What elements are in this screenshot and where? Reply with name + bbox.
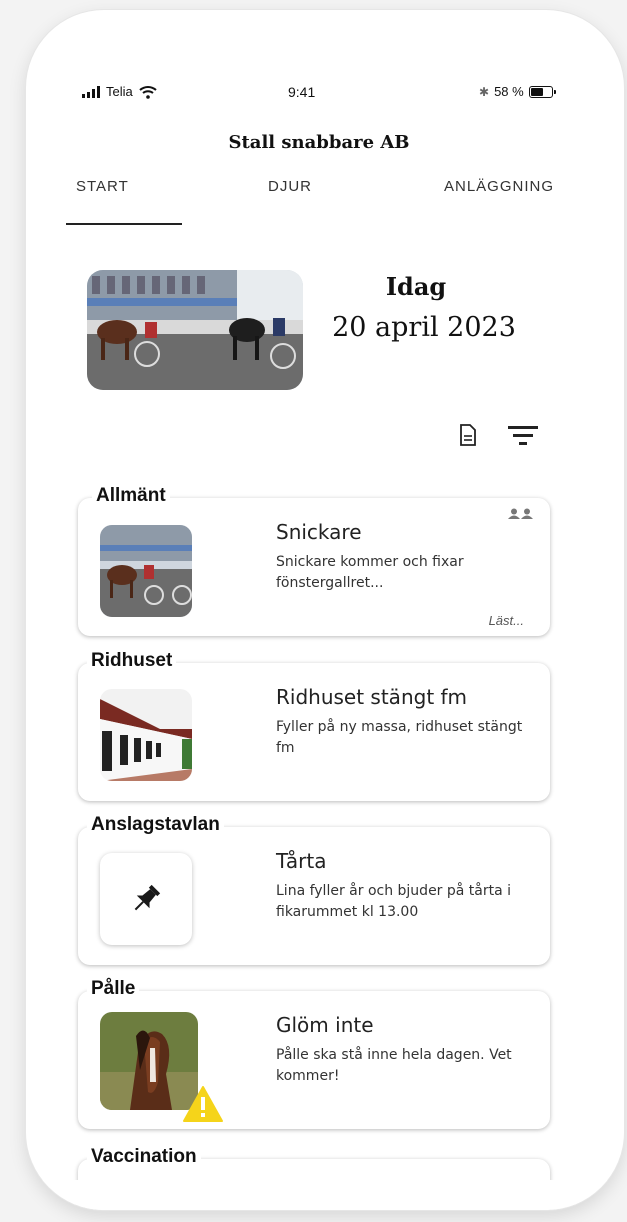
card-category: Pålle <box>87 978 140 1000</box>
card-category: Ridhuset <box>87 650 177 672</box>
card-title: Tårta <box>276 849 327 873</box>
scroll-mask <box>26 1180 624 1210</box>
card-body: Lina fyller år och bjuder på tårta i fik… <box>276 883 512 920</box>
app-title: Stall snabbare AB <box>228 132 410 153</box>
phone-frame: Telia 9:41 ✱ 58 % Stall snabbare AB STAR… <box>26 10 624 1210</box>
card-thumbnail <box>100 689 192 781</box>
today-label: Idag <box>385 272 447 301</box>
signal-icon <box>82 85 100 98</box>
read-more-link[interactable]: Läst... <box>489 613 524 628</box>
card-thumbnail <box>100 853 192 945</box>
card-body: Snickare kommer och fixar fönstergallret… <box>276 554 464 591</box>
card-title: Ridhuset stängt fm <box>276 685 468 709</box>
active-tab-indicator <box>66 223 182 225</box>
card-title: Snickare <box>276 520 362 544</box>
card-category: Allmänt <box>92 485 170 507</box>
card-title: Glöm inte <box>276 1013 374 1037</box>
document-icon[interactable] <box>459 424 477 446</box>
card-category: Anslagstavlan <box>87 814 224 836</box>
tab-djur[interactable]: DJUR <box>268 178 312 195</box>
status-bar: Telia 9:41 ✱ 58 % <box>26 82 624 106</box>
news-card[interactable]: Ridhuset Ridhuset stängt fm Fyller på ny… <box>78 650 550 801</box>
card-thumbnail <box>100 525 192 617</box>
news-card[interactable]: Anslagstavlan Tårta Lina fyller år och b… <box>78 814 550 965</box>
group-icon <box>508 508 533 519</box>
filter-icon[interactable] <box>508 424 538 446</box>
pin-icon <box>134 884 161 911</box>
bluetooth-icon: ✱ <box>479 84 490 99</box>
battery-icon <box>528 85 556 98</box>
wifi-icon <box>139 85 157 99</box>
today-date: 20 april 2023 <box>332 312 516 343</box>
battery-label: 58 % <box>494 84 524 99</box>
card-body: Fyller på ny massa, ridhuset stängt fm <box>276 719 523 756</box>
carrier-label: Telia <box>106 84 133 99</box>
news-card[interactable]: Allmänt Snickare Snickare kommer och fix… <box>78 485 550 636</box>
tab-anlaggning[interactable]: ANLÄGGNING <box>444 178 554 195</box>
card-category: Vaccination <box>87 1146 201 1168</box>
warning-icon <box>183 1086 223 1122</box>
card-body: Pålle ska stå inne hela dagen. Vet komme… <box>276 1047 512 1084</box>
clock: 9:41 <box>288 84 316 100</box>
news-card[interactable]: Pålle Glöm inte Pålle ska stå inne hela … <box>78 978 550 1129</box>
hero-image <box>87 270 303 390</box>
tab-start[interactable]: START <box>76 178 129 195</box>
